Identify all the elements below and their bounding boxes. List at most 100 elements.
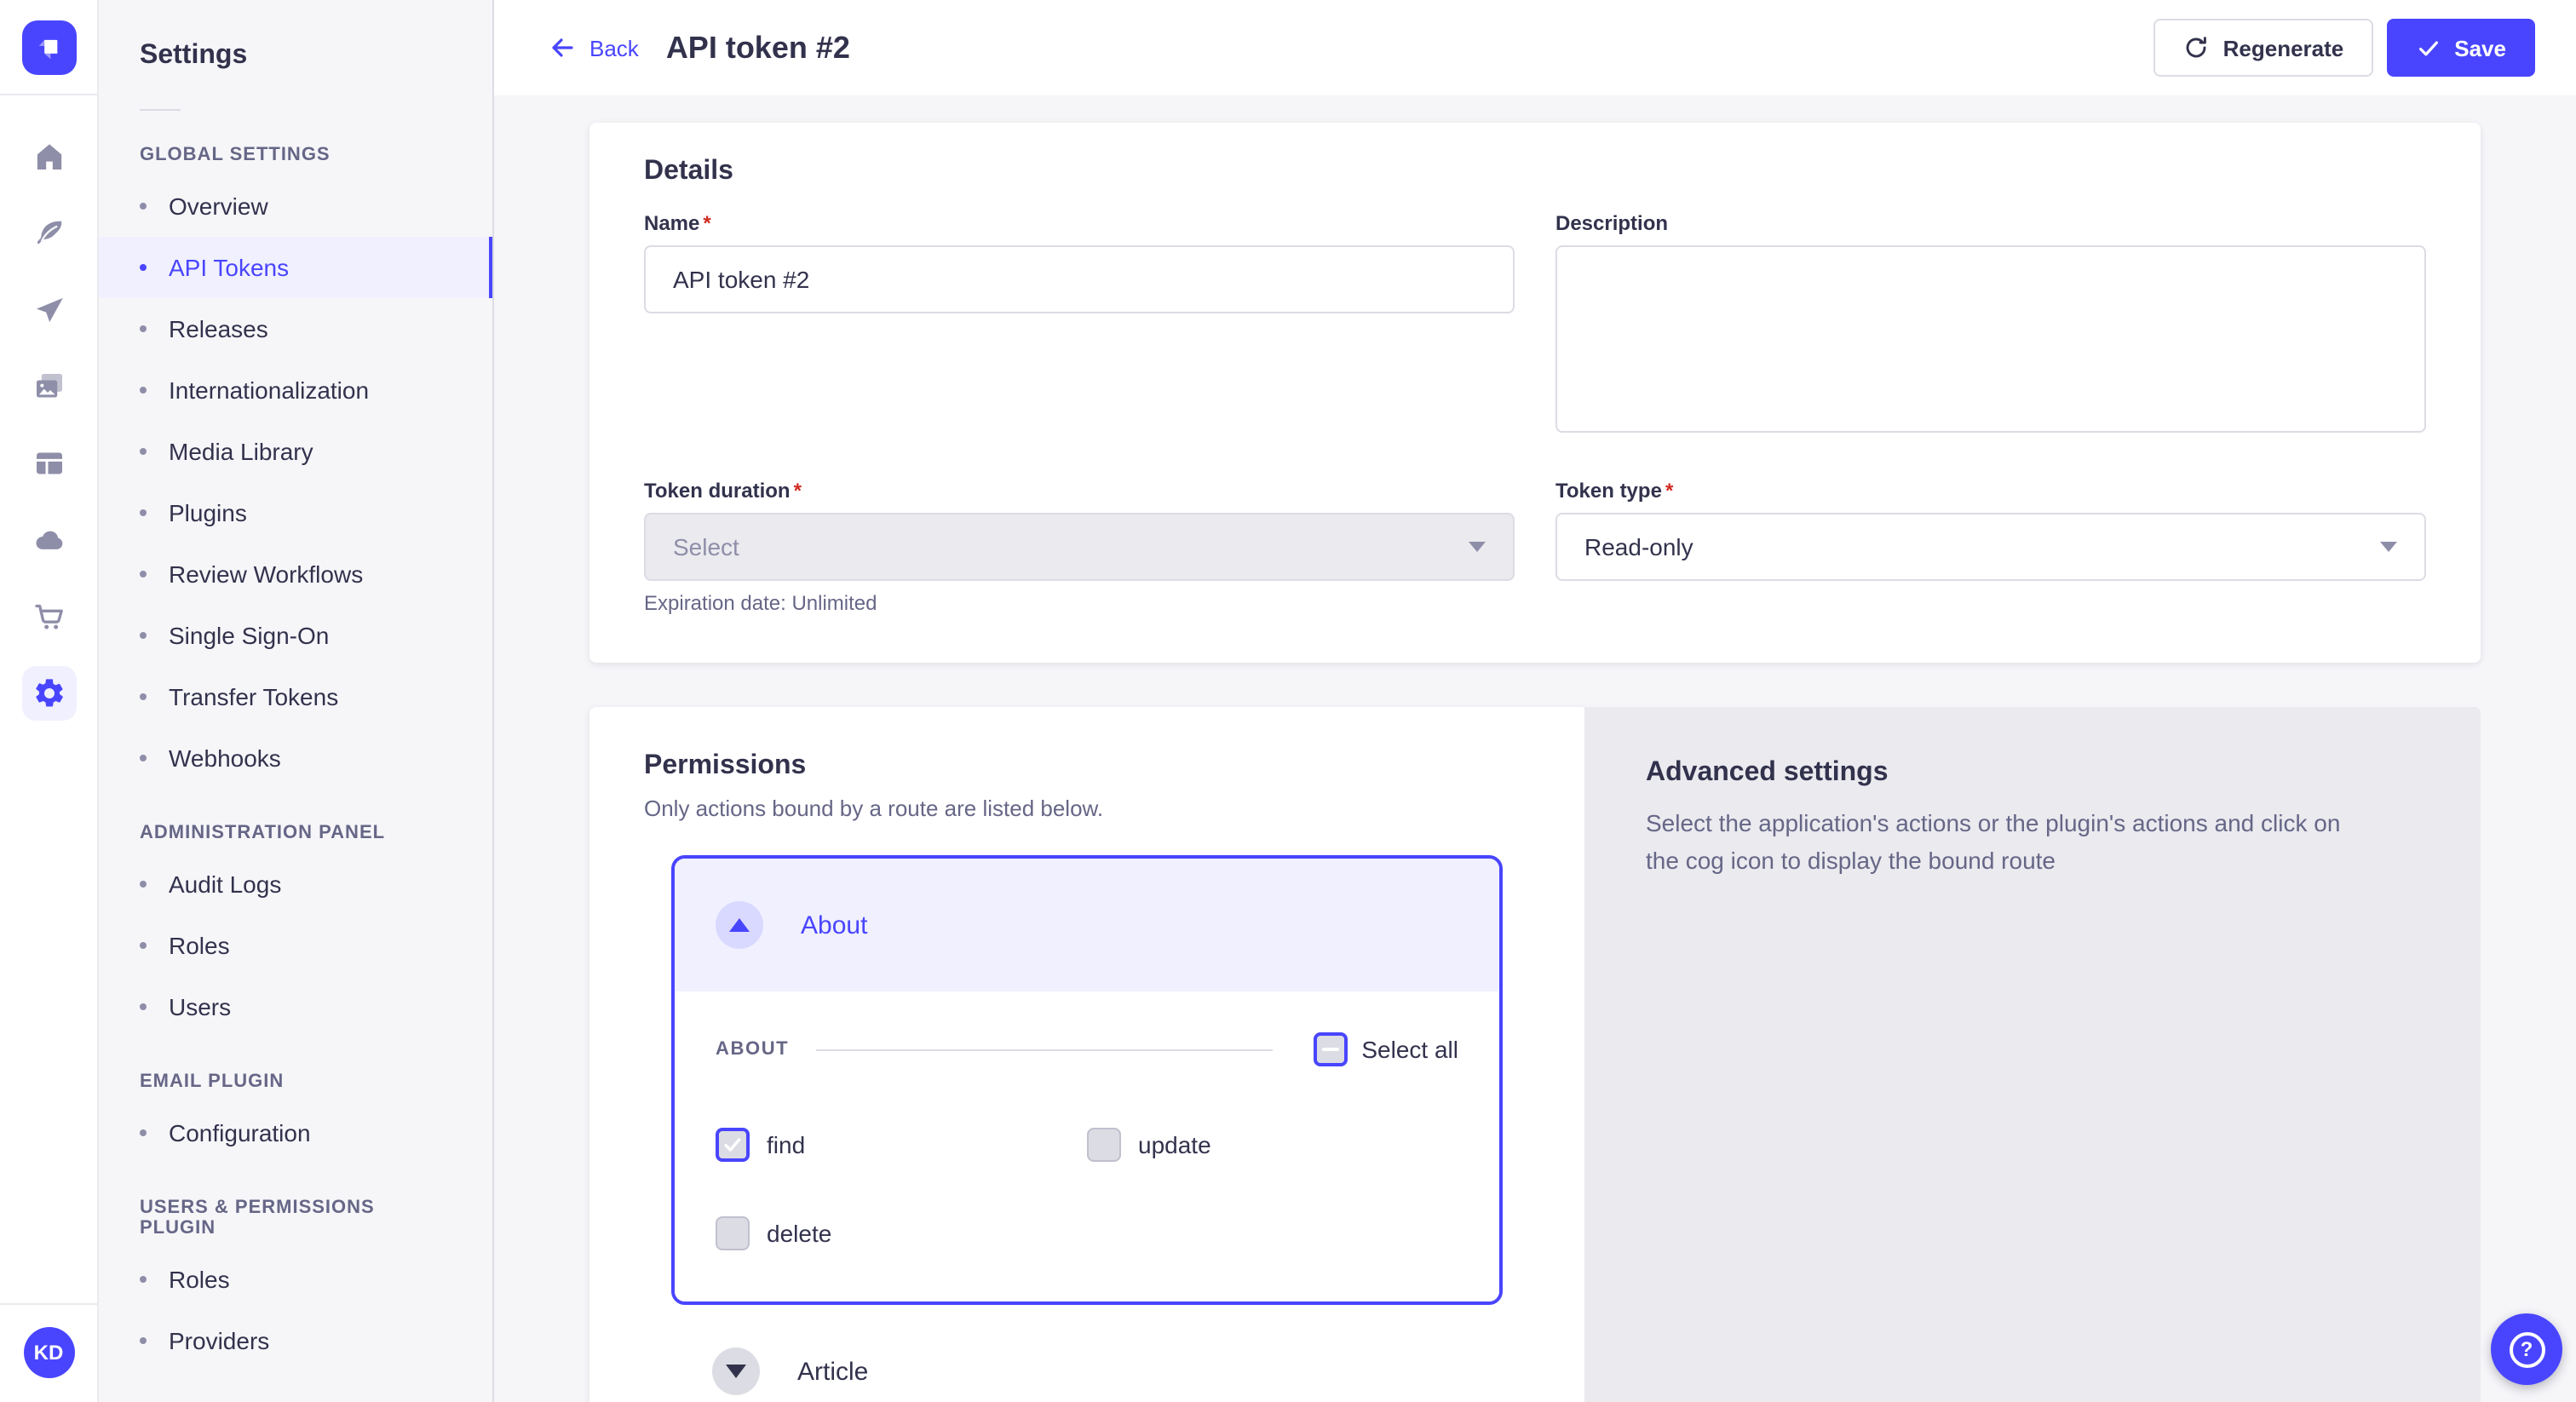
token-type-label: Token type*: [1555, 479, 2426, 503]
delete-checkbox[interactable]: [716, 1216, 750, 1250]
avatar[interactable]: KD: [23, 1327, 74, 1378]
token-type-field: Token type* Read-only: [1555, 479, 2426, 581]
save-button[interactable]: Save: [2386, 19, 2535, 77]
cart-icon[interactable]: [21, 589, 76, 644]
sidebar-item-audit-logs[interactable]: Audit Logs: [99, 853, 492, 915]
sidebar-title: Settings: [99, 41, 492, 72]
sidebar-item-label: Roles: [169, 1266, 230, 1293]
about-group-row: ABOUT Select all: [716, 1032, 1458, 1066]
select-all-checkbox[interactable]: [1314, 1032, 1348, 1066]
action-find[interactable]: find: [716, 1128, 1087, 1162]
permissions-header: Permissions Only actions bound by a rout…: [589, 751, 1584, 821]
name-label: Name*: [644, 211, 1515, 235]
back-link[interactable]: Back: [549, 34, 639, 61]
media-library-icon[interactable]: [21, 359, 76, 414]
sidebar-item-webhooks[interactable]: Webhooks: [99, 727, 492, 789]
name-field: Name*: [644, 211, 1515, 313]
expand-toggle-button[interactable]: [712, 1347, 760, 1395]
sidebar-item-overview[interactable]: Overview: [99, 175, 492, 237]
find-checkbox[interactable]: [716, 1128, 750, 1162]
bullet-icon: [140, 509, 147, 516]
sidebar-item-label: API Tokens: [169, 254, 289, 281]
check-icon: [2415, 35, 2441, 60]
cloud-icon[interactable]: [21, 513, 76, 567]
bullet-icon: [140, 1276, 147, 1283]
question-mark-icon: ?: [2509, 1331, 2544, 1367]
action-label: find: [767, 1131, 805, 1158]
sidebar-item-internationalization[interactable]: Internationalization: [99, 359, 492, 421]
help-button[interactable]: ?: [2491, 1313, 2562, 1385]
sidebar-item-transfer-tokens[interactable]: Transfer Tokens: [99, 666, 492, 727]
bullet-icon: [140, 632, 147, 639]
section-users-permissions-plugin: USERS & PERMISSIONS PLUGIN: [99, 1198, 492, 1238]
sidebar-item-providers[interactable]: Providers: [99, 1310, 492, 1371]
strapi-logo[interactable]: [21, 20, 76, 75]
details-form: Name* Description Token duration* Select: [644, 211, 2426, 615]
sidebar-item-label: Users: [169, 993, 231, 1020]
sidebar-item-admin-roles[interactable]: Roles: [99, 915, 492, 976]
page-content: Details Name* Description Token duration…: [494, 95, 2576, 1402]
required-asterisk: *: [794, 479, 802, 503]
bullet-icon: [140, 1337, 147, 1344]
description-input[interactable]: [1555, 245, 2426, 433]
bullet-icon: [140, 1129, 147, 1136]
save-label: Save: [2454, 35, 2506, 60]
action-label: update: [1138, 1131, 1211, 1158]
name-input[interactable]: [644, 245, 1515, 313]
article-accordion-header[interactable]: Article: [671, 1305, 1503, 1402]
action-delete[interactable]: delete: [716, 1216, 1087, 1250]
advanced-settings-title: Advanced settings: [1646, 758, 2419, 789]
sidebar-item-api-tokens[interactable]: API Tokens: [99, 237, 492, 298]
regenerate-label: Regenerate: [2223, 35, 2344, 60]
sidebar-item-label: Media Library: [169, 438, 313, 465]
nav-rail: KD: [0, 0, 99, 1402]
sidebar-item-media-library[interactable]: Media Library: [99, 421, 492, 482]
sidebar-item-single-sign-on[interactable]: Single Sign-On: [99, 605, 492, 666]
bullet-icon: [140, 1003, 147, 1010]
sidebar-item-label: Configuration: [169, 1119, 311, 1146]
sidebar-item-configuration[interactable]: Configuration: [99, 1102, 492, 1164]
home-icon[interactable]: [21, 129, 76, 184]
sidebar-item-review-workflows[interactable]: Review Workflows: [99, 543, 492, 605]
sidebar-item-plugins[interactable]: Plugins: [99, 482, 492, 543]
bullet-icon: [140, 881, 147, 888]
required-asterisk: *: [703, 211, 710, 235]
about-accordion: About ABOUT Select all: [671, 855, 1503, 1305]
details-title: Details: [644, 157, 2426, 187]
about-accordion-header[interactable]: About: [675, 859, 1499, 991]
expiration-hint: Expiration date: Unlimited: [644, 591, 1515, 615]
sidebar-item-releases[interactable]: Releases: [99, 298, 492, 359]
section-email-plugin: EMAIL PLUGIN: [99, 1072, 492, 1092]
strapi-admin-app: KD Settings GLOBAL SETTINGS Overview API…: [0, 0, 2576, 1402]
bullet-icon: [140, 693, 147, 700]
select-all-control[interactable]: Select all: [1314, 1032, 1458, 1066]
token-type-value: Read-only: [1584, 533, 1693, 560]
sidebar-item-label: Providers: [169, 1327, 269, 1354]
bullet-icon: [140, 325, 147, 332]
arrow-left-icon: [549, 34, 576, 61]
sidebar-divider: [140, 109, 181, 111]
sidebar-item-label: Internationalization: [169, 376, 369, 404]
action-update[interactable]: update: [1087, 1128, 1458, 1162]
collapse-toggle-button[interactable]: [716, 901, 763, 949]
token-duration-select[interactable]: Select: [644, 513, 1515, 581]
sidebar-item-up-roles[interactable]: Roles: [99, 1249, 492, 1310]
feather-icon[interactable]: [21, 206, 76, 261]
update-checkbox[interactable]: [1087, 1128, 1121, 1162]
advanced-settings-panel: Advanced settings Select the application…: [1584, 707, 2481, 1402]
sidebar-item-users[interactable]: Users: [99, 976, 492, 1037]
layout-icon[interactable]: [21, 436, 76, 491]
send-icon[interactable]: [21, 283, 76, 337]
about-group-label: ABOUT: [716, 1039, 789, 1060]
settings-gear-icon[interactable]: [21, 666, 76, 721]
action-label: delete: [767, 1220, 831, 1247]
sidebar-item-label: Transfer Tokens: [169, 683, 338, 710]
regenerate-button[interactable]: Regenerate: [2153, 19, 2373, 77]
page-title: API token #2: [666, 30, 850, 66]
about-accordion-title: About: [801, 911, 867, 939]
token-duration-value: Select: [673, 533, 739, 560]
chevron-down-icon: [1469, 542, 1486, 552]
token-type-select[interactable]: Read-only: [1555, 513, 2426, 581]
bullet-icon: [140, 203, 147, 210]
actions-grid: find update delete: [716, 1128, 1458, 1250]
